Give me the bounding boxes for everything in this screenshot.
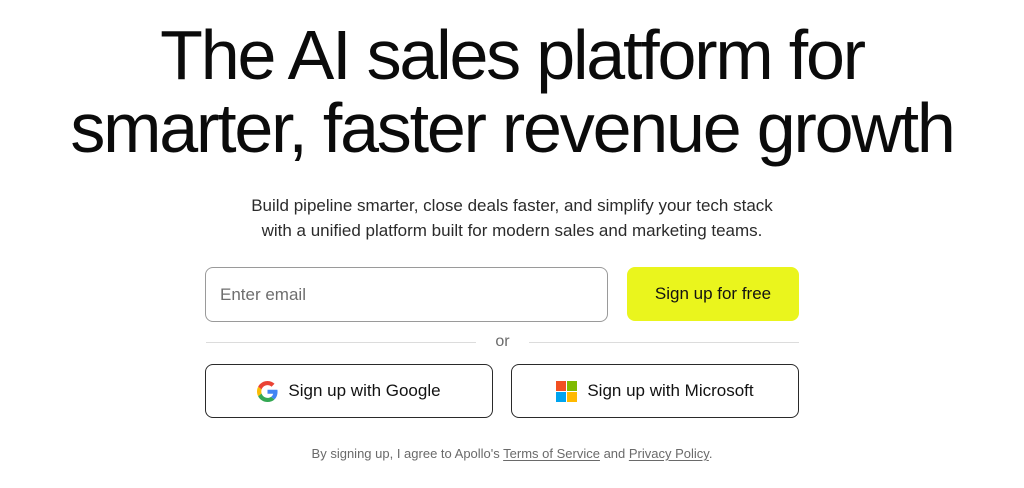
google-g-icon [257,380,278,402]
divider-line-right [529,342,799,343]
subheading-line-1: Build pipeline smarter, close deals fast… [251,196,773,215]
microsoft-logo-icon [556,380,578,402]
sign-up-free-button[interactable]: Sign up for free [627,267,799,321]
legal-disclaimer: By signing up, I agree to Apollo's Terms… [0,445,1024,463]
privacy-policy-link[interactable]: Privacy Policy [629,446,709,461]
terms-of-service-link[interactable]: Terms of Service [503,446,600,461]
headline-line-2: smarter, faster revenue growth [70,89,956,167]
google-button-label: Sign up with Google [288,381,441,400]
microsoft-button-label: Sign up with Microsoft [587,381,754,400]
divider-line-left [206,342,476,343]
subheading-line-2: with a unified platform built for modern… [261,221,763,240]
hero-section: The AI sales platform for smarter, faste… [0,0,1024,488]
hero-subheading: Build pipeline smarter, close deals fast… [0,193,1024,243]
headline-line-1: The AI sales platform for [160,16,866,94]
legal-conjunction: and [599,446,629,461]
hero-headline: The AI sales platform for smarter, faste… [0,19,1024,165]
legal-prefix: By signing up, I agree to Apollo's [311,446,504,461]
email-input[interactable] [205,267,608,322]
or-divider-text: or [495,333,510,350]
sign-up-microsoft-button[interactable]: Sign up with Microsoft [511,364,799,418]
sign-up-google-button[interactable]: Sign up with Google [205,364,493,418]
legal-suffix: . [708,446,713,461]
